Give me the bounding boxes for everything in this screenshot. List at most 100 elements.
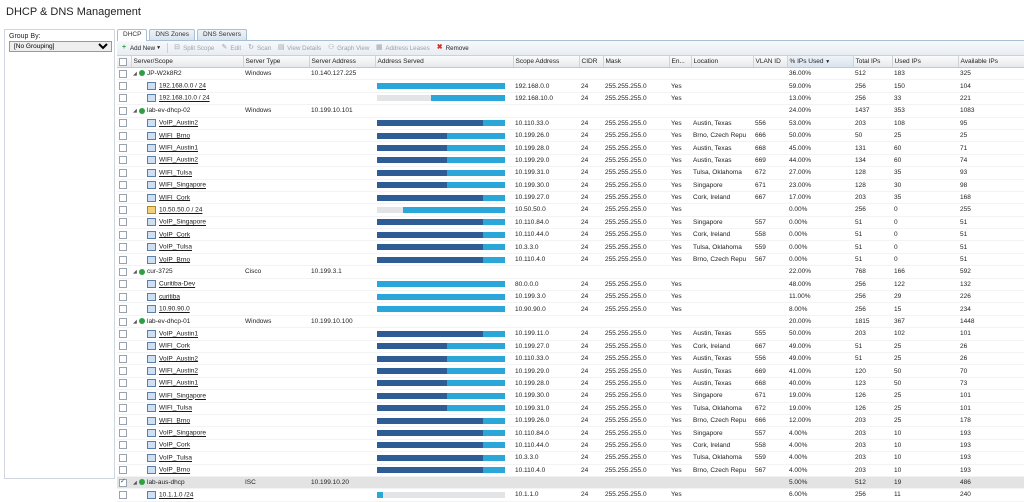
row-select-cell[interactable] bbox=[117, 166, 131, 180]
server-scope-cell[interactable]: ◢ lab-ev-dhcp-01 bbox=[131, 315, 243, 329]
row-select-cell[interactable] bbox=[117, 464, 131, 477]
scope-row[interactable]: 10.90.90.0 10.90.90.0 24 255.255.255.0 Yes 8.… bbox=[117, 302, 1024, 316]
scope-row[interactable]: WIFI_Austin1 10.199.28.0 24 255.255.255.0 Ye… bbox=[117, 141, 1024, 155]
server-scope-cell[interactable]: WIFI_Cork bbox=[131, 340, 243, 354]
scope-row[interactable]: WIFI_Austin2 10.199.29.0 24 255.255.255.0 Ye… bbox=[117, 364, 1024, 378]
col-total-ips[interactable]: Total IPs bbox=[853, 56, 893, 68]
scope-row[interactable]: VoIP_Singapore 10.110.84.0 24 255.255.255.0… bbox=[117, 216, 1024, 230]
scope-row[interactable]: 192.168.10.0 / 24 192.168.10.0 24 255.255.2… bbox=[117, 92, 1024, 106]
row-checkbox[interactable] bbox=[119, 490, 127, 499]
server-scope-cell[interactable]: VoIP_Tulsa bbox=[131, 451, 243, 465]
col-server-scope[interactable]: Server/Scope bbox=[131, 56, 244, 68]
row-select-cell[interactable] bbox=[117, 104, 131, 118]
row-checkbox[interactable] bbox=[119, 305, 127, 314]
scope-name-link[interactable]: WIFI_Brno bbox=[159, 417, 190, 424]
row-checkbox[interactable] bbox=[119, 94, 127, 103]
scope-row[interactable]: Curitiba-Dev 80.0.0.0 24 255.255.255.0 Yes 48… bbox=[117, 278, 1024, 292]
scan-button[interactable]: ↻ Scan bbox=[247, 42, 271, 54]
row-checkbox[interactable] bbox=[119, 119, 127, 128]
row-checkbox[interactable] bbox=[119, 230, 127, 239]
server-scope-cell[interactable]: VoIP_Brno bbox=[131, 464, 243, 477]
server-scope-cell[interactable]: WIFI_Singapore bbox=[131, 179, 243, 192]
scope-row[interactable]: 10.50.50.0 / 24 10.50.50.0 24 255.255.255.0… bbox=[117, 203, 1024, 217]
scope-name-link[interactable]: WIFI_Singapore bbox=[159, 393, 206, 400]
row-select-cell[interactable] bbox=[117, 315, 131, 329]
row-checkbox[interactable] bbox=[119, 218, 127, 227]
scope-name-link[interactable]: WIFI_Cork bbox=[159, 194, 190, 201]
graph-view-button[interactable]: ⚇ Graph View bbox=[327, 42, 369, 54]
row-select-cell[interactable] bbox=[117, 451, 131, 465]
server-scope-cell[interactable]: 10.1.1.0 /24 bbox=[131, 488, 243, 502]
row-checkbox[interactable] bbox=[119, 181, 127, 190]
row-checkbox[interactable] bbox=[119, 292, 127, 301]
scope-row[interactable]: WIFI_Singapore 10.199.30.0 24 255.255.255.0… bbox=[117, 179, 1024, 192]
row-checkbox[interactable] bbox=[119, 131, 127, 140]
row-select-cell[interactable] bbox=[117, 414, 131, 428]
scope-name-link[interactable]: 192.168.0.0 / 24 bbox=[159, 83, 206, 90]
scope-name-link[interactable]: WIFI_Cork bbox=[159, 343, 190, 350]
scope-row[interactable]: VoIP_Brno 10.110.4.0 24 255.255.255.0 Yes Brn… bbox=[117, 464, 1024, 477]
server-scope-cell[interactable]: WIFI_Tulsa bbox=[131, 402, 243, 415]
row-select-cell[interactable] bbox=[117, 203, 131, 217]
row-select-cell[interactable] bbox=[117, 141, 131, 155]
scope-name-link[interactable]: VoIP_Singapore bbox=[159, 430, 206, 437]
row-select-cell[interactable] bbox=[117, 389, 131, 403]
col-location[interactable]: Location bbox=[691, 56, 754, 68]
scope-name-link[interactable]: 192.168.10.0 / 24 bbox=[159, 95, 210, 102]
tab-dns-zones[interactable]: DNS Zones bbox=[149, 29, 196, 40]
server-row[interactable]: ◢ lab-ev-dhcp-01 Windows 10.199.10.100 20.00… bbox=[117, 315, 1024, 329]
scope-name-link[interactable]: VoIP_Tulsa bbox=[159, 455, 192, 462]
row-select-cell[interactable] bbox=[117, 302, 131, 316]
row-select-cell[interactable] bbox=[117, 179, 131, 192]
server-row[interactable]: ◢ cur-3725 Cisco 10.199.3.1 22.00% 768 166 592 bbox=[117, 265, 1024, 279]
row-select-cell[interactable] bbox=[117, 364, 131, 378]
server-scope-cell[interactable]: VoIP_Austin2 bbox=[131, 352, 243, 366]
server-scope-cell[interactable]: WIFI_Austin2 bbox=[131, 154, 243, 168]
row-checkbox[interactable] bbox=[119, 168, 127, 177]
scope-row[interactable]: WIFI_Brno 10.199.26.0 24 255.255.255.0 Yes Br… bbox=[117, 129, 1024, 143]
scope-row[interactable]: VoIP_Brno 10.110.4.0 24 255.255.255.0 Yes Brn… bbox=[117, 253, 1024, 267]
scope-row[interactable]: curitiba 10.199.3.0 24 255.255.255.0 Yes 11.0… bbox=[117, 290, 1024, 304]
scope-name-link[interactable]: VoIP_Austin2 bbox=[159, 355, 198, 362]
scope-name-link[interactable]: VoIP_Tulsa bbox=[159, 244, 192, 251]
scope-name-link[interactable]: WIFI_Tulsa bbox=[159, 170, 192, 177]
row-select-cell[interactable] bbox=[117, 352, 131, 366]
server-scope-cell[interactable]: 10.90.90.0 bbox=[131, 302, 243, 316]
server-scope-cell[interactable]: VoIP_Cork bbox=[131, 228, 243, 242]
server-scope-cell[interactable]: WIFI_Austin2 bbox=[131, 364, 243, 378]
server-scope-cell[interactable]: WIFI_Brno bbox=[131, 129, 243, 143]
row-select-cell[interactable] bbox=[117, 129, 131, 143]
select-all-checkbox[interactable] bbox=[119, 57, 127, 66]
scope-row[interactable]: 10.1.1.0 /24 10.1.1.0 24 255.255.255.0 Yes 6.… bbox=[117, 488, 1024, 502]
row-checkbox[interactable] bbox=[119, 329, 127, 338]
server-scope-cell[interactable]: WIFI_Singapore bbox=[131, 389, 243, 403]
scope-name-link[interactable]: VoIP_Cork bbox=[159, 442, 190, 449]
remove-button[interactable]: ✖ Remove bbox=[436, 42, 469, 54]
scope-row[interactable]: WIFI_Tulsa 10.199.31.0 24 255.255.255.0 Yes T… bbox=[117, 166, 1024, 180]
scope-row[interactable]: VoIP_Cork 10.110.44.0 24 255.255.255.0 Yes Co… bbox=[117, 228, 1024, 242]
select-all-header[interactable] bbox=[117, 56, 132, 68]
group-by-select[interactable]: [No Grouping] bbox=[9, 41, 112, 52]
row-checkbox[interactable] bbox=[119, 477, 127, 487]
row-checkbox[interactable] bbox=[119, 466, 127, 475]
row-select-cell[interactable] bbox=[117, 426, 131, 440]
row-select-cell[interactable] bbox=[117, 216, 131, 230]
scope-name-link[interactable]: VoIP_Brno bbox=[159, 256, 190, 263]
row-checkbox[interactable] bbox=[119, 391, 127, 400]
row-select-cell[interactable] bbox=[117, 340, 131, 354]
scope-name-link[interactable]: curitiba bbox=[159, 293, 180, 300]
col-server-address[interactable]: Server Address bbox=[309, 56, 376, 68]
row-select-cell[interactable] bbox=[117, 327, 131, 341]
scope-name-link[interactable]: WIFI_Singapore bbox=[159, 182, 206, 189]
scope-name-link[interactable]: 10.50.50.0 / 24 bbox=[159, 207, 202, 214]
row-select-cell[interactable] bbox=[117, 240, 131, 254]
scope-name-link[interactable]: VoIP_Brno bbox=[159, 467, 190, 474]
row-checkbox[interactable] bbox=[119, 404, 127, 413]
scope-row[interactable]: WIFI_Cork 10.199.27.0 24 255.255.255.0 Yes Co… bbox=[117, 340, 1024, 354]
server-name[interactable]: lab-ev-dhcp-02 bbox=[147, 107, 190, 114]
row-checkbox[interactable] bbox=[119, 317, 127, 326]
col-pct-used[interactable]: % IPs Used ▼ bbox=[787, 56, 854, 68]
scope-row[interactable]: WIFI_Cork 10.199.27.0 24 255.255.255.0 Yes Co… bbox=[117, 191, 1024, 205]
scope-row[interactable]: VoIP_Tulsa 10.3.3.0 24 255.255.255.0 Yes Tuls… bbox=[117, 240, 1024, 254]
row-checkbox[interactable] bbox=[119, 441, 127, 450]
